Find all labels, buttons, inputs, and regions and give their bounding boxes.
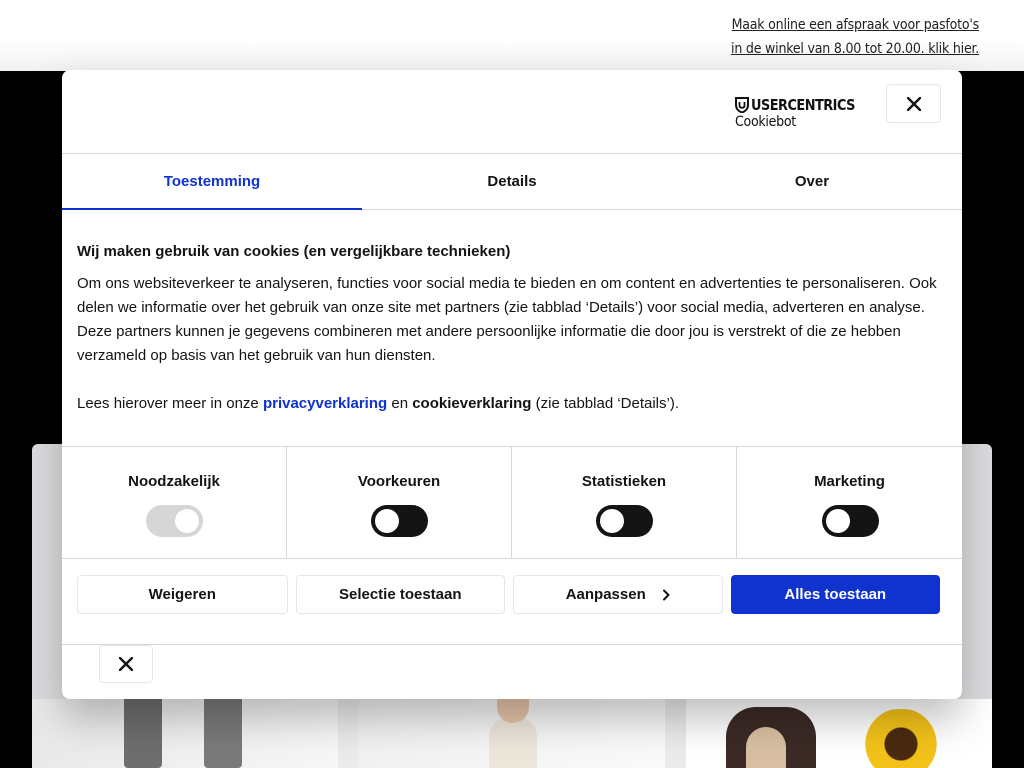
- photo-figure: [124, 699, 162, 768]
- tab-bar: Toestemming Details Over: [62, 154, 962, 210]
- consent-paragraph: Om ons websiteverkeer te analyseren, fun…: [77, 275, 937, 364]
- gallery-photo[interactable]: [686, 699, 992, 768]
- toggle-knob: [600, 509, 624, 533]
- tab-details[interactable]: Details: [362, 154, 662, 209]
- toggle-knob: [175, 509, 199, 533]
- brand-name: USERCENTRICS: [751, 96, 855, 114]
- close-icon: [906, 96, 921, 111]
- photo-figure: [856, 709, 946, 768]
- toggle-cell-marketing: Marketing: [737, 447, 962, 559]
- photo-figure: [746, 727, 786, 768]
- privacy-link[interactable]: privacyverklaring: [263, 395, 387, 412]
- more-info-middle: en: [387, 395, 413, 412]
- toggle-label-marketing: Marketing: [814, 473, 885, 490]
- brand-subtitle: Cookiebot: [735, 114, 796, 130]
- consent-toggles: Noodzakelijk Voorkeuren Statistieken Mar…: [62, 446, 962, 559]
- chevron-right-icon: [662, 589, 670, 600]
- preferences-toggle[interactable]: [371, 505, 428, 537]
- dialog-header: USERCENTRICS Cookiebot: [62, 70, 962, 154]
- allow-all-button[interactable]: Alles toestaan: [730, 575, 940, 614]
- tab-over[interactable]: Over: [662, 154, 962, 209]
- allow-selection-button[interactable]: Selectie toestaan: [295, 575, 505, 614]
- customize-label: Aanpassen: [565, 586, 646, 603]
- site-topbar: Maak online een afspraak voor pasfoto's …: [0, 0, 1024, 71]
- cookiebot-logo: USERCENTRICS Cookiebot: [735, 96, 872, 130]
- close-icon: [119, 657, 133, 671]
- photo-figure: [489, 717, 537, 768]
- gallery-photo[interactable]: [359, 699, 665, 768]
- toggle-label-preferences: Voorkeuren: [357, 473, 441, 490]
- toggle-cell-necessary: Noodzakelijk: [62, 447, 287, 559]
- appointment-link-line1: Maak online een afspraak voor pasfoto's: [731, 17, 980, 33]
- statistics-toggle[interactable]: [596, 505, 653, 537]
- customize-button[interactable]: Aanpassen: [513, 575, 723, 614]
- appointment-link[interactable]: Maak online een afspraak voor pasfoto's …: [731, 13, 979, 61]
- close-dialog-button[interactable]: [886, 84, 941, 123]
- appointment-link-line2: in de winkel van 8.00 tot 20.00. klik hi…: [731, 41, 979, 57]
- more-info-prefix: Lees hierover meer in onze: [77, 395, 263, 412]
- shield-icon: [735, 97, 749, 113]
- toggle-cell-preferences: Voorkeuren: [287, 447, 512, 559]
- marketing-toggle[interactable]: [821, 505, 879, 537]
- gallery-photo[interactable]: [32, 699, 338, 768]
- footer-divider: [62, 644, 962, 645]
- tab-toestemming[interactable]: Toestemming: [62, 154, 362, 210]
- toggle-label-statistics: Statistieken: [581, 473, 667, 490]
- consent-buttons: Weigeren Selectie toestaan Aanpassen All…: [77, 575, 940, 615]
- toggle-cell-statistics: Statistieken: [512, 447, 737, 559]
- consent-text: Wij maken gebruik van cookies (en vergel…: [77, 240, 937, 416]
- toggle-knob: [825, 509, 850, 533]
- more-info-line: Lees hierover meer in onze privacyverkla…: [77, 392, 937, 416]
- cookie-statement-label: cookieverklaring: [412, 395, 532, 412]
- more-info-suffix: (zie tabblad ‘Details’).: [531, 395, 680, 412]
- necessary-toggle: [146, 505, 203, 537]
- cookie-consent-dialog: USERCENTRICS Cookiebot Toestemming Detai…: [62, 70, 962, 699]
- consent-heading: Wij maken gebruik van cookies (en vergel…: [77, 243, 511, 260]
- reject-button[interactable]: Weigeren: [77, 575, 288, 614]
- photo-figure: [204, 699, 242, 768]
- close-banner-button[interactable]: [99, 645, 153, 683]
- toggle-label-necessary: Noodzakelijk: [128, 473, 220, 490]
- toggle-knob: [375, 509, 399, 533]
